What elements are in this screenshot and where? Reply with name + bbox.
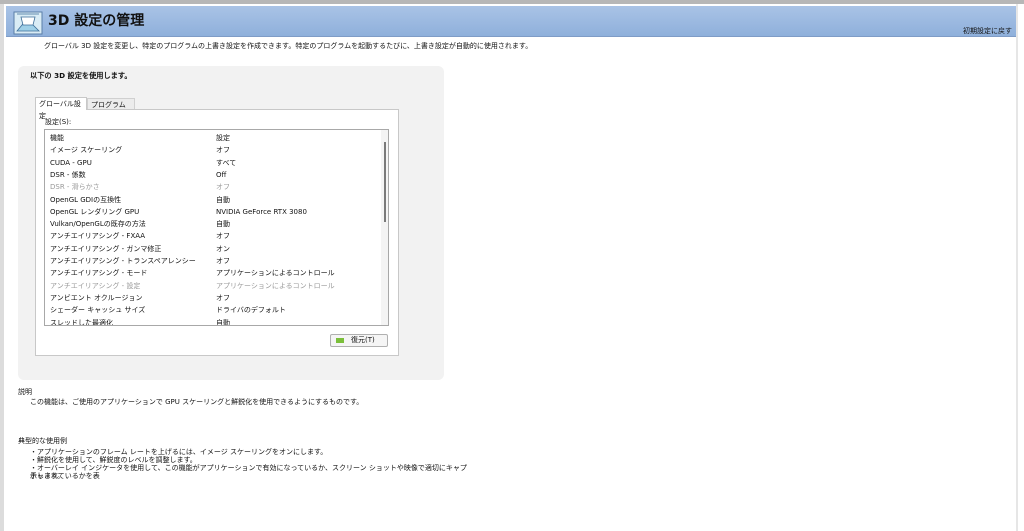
- feature-value: 自動: [216, 318, 230, 326]
- feature-value: オフ: [216, 232, 230, 241]
- feature-value: 自動: [216, 220, 230, 229]
- list-item[interactable]: CUDA - GPU すべて: [45, 157, 381, 169]
- list-item[interactable]: Vulkan/OpenGLの既存の方法 自動: [45, 218, 381, 230]
- feature-name: スレッドした最適化: [50, 318, 113, 326]
- list-item[interactable]: アンビエント オクルージョン オフ: [45, 292, 381, 304]
- feature-value: アプリケーションによるコントロール: [216, 281, 335, 290]
- usage-heading: 典型的な使用例: [18, 437, 67, 445]
- feature-value: アプリケーションによるコントロール: [216, 269, 335, 278]
- feature-name: アンチエイリアシング - FXAA: [50, 232, 146, 241]
- list-item[interactable]: アンチエイリアシング - FXAA オフ: [45, 230, 381, 242]
- usage-line: 示します。: [30, 472, 65, 480]
- feature-value: オフ: [216, 293, 230, 302]
- tab-global-settings[interactable]: グローバル設定: [35, 97, 87, 120]
- usage-line: ・鮮鋭化を使用して、鮮鋭度のレベルを調整します。: [30, 456, 197, 464]
- feature-name: アンチエイリアシング - ガンマ修正: [50, 244, 162, 253]
- list-item[interactable]: OpenGL レンダリング GPU NVIDIA GeForce RTX 308…: [45, 206, 381, 218]
- settings-list[interactable]: 機能 設定 イメージ スケーリング オフ CUDA - GPU すべて DSR …: [44, 129, 389, 326]
- feature-name: アンチエイリアシング - 設定: [50, 281, 141, 290]
- intro-text: グローバル 3D 設定を変更し、特定のプログラムの上書き設定を作成できます。特定…: [44, 42, 533, 50]
- list-item[interactable]: DSR - 係数 Off: [45, 169, 381, 181]
- settings-label: 設定(S):: [45, 118, 72, 126]
- feature-name: DSR - 係数: [50, 170, 86, 179]
- feature-value: すべて: [216, 158, 237, 167]
- feature-value: オフ: [216, 146, 230, 155]
- list-item: DSR - 滑らかさ オフ: [45, 181, 381, 193]
- feature-value: オフ: [216, 257, 230, 265]
- list-item: アンチエイリアシング - 設定 アプリケーションによるコントロール: [45, 280, 381, 292]
- usage-line: ・アプリケーションのフレーム レートを上げるには、イメージ スケーリングをオンに…: [30, 448, 328, 456]
- panel-heading: 以下の 3D 設定を使用します。: [30, 71, 132, 80]
- list-item[interactable]: OpenGL GDIの互換性 自動: [45, 194, 381, 206]
- description-text: この機能は、ご使用のアプリケーションで GPU スケーリングと鮮鋭化を使用できる…: [30, 398, 364, 406]
- feature-name: Vulkan/OpenGLの既存の方法: [50, 220, 146, 229]
- feature-name: OpenGL レンダリング GPU: [50, 207, 140, 216]
- window-left-border: [0, 4, 4, 531]
- column-header-setting: 設定: [216, 134, 230, 142]
- feature-name: アンチエイリアシング - モード: [50, 269, 148, 278]
- restore-button-label: 復元(T): [351, 336, 375, 344]
- nvidia-icon: [336, 338, 344, 343]
- list-item[interactable]: アンチエイリアシング - モード アプリケーションによるコントロール: [45, 267, 381, 279]
- list-item[interactable]: スレッドした最適化 自動: [45, 317, 381, 326]
- page-header: 3D 設定の管理: [6, 6, 1016, 37]
- window-top-border: [0, 0, 1024, 4]
- feature-value: NVIDIA GeForce RTX 3080: [216, 207, 307, 216]
- feature-name: アンビエント オクルージョン: [50, 293, 143, 302]
- feature-name: CUDA - GPU: [50, 158, 92, 167]
- list-header: 機能 設定: [45, 132, 381, 144]
- list-item[interactable]: シェーダー キャッシュ サイズ ドライバのデフォルト: [45, 304, 381, 316]
- list-item[interactable]: アンチエイリアシング - トランスペアレンシー オフ: [45, 255, 381, 267]
- feature-value: Off: [216, 170, 227, 179]
- list-item[interactable]: イメージ スケーリング オフ: [45, 144, 381, 156]
- feature-name: イメージ スケーリング: [50, 146, 123, 155]
- description-heading: 説明: [18, 388, 32, 396]
- feature-value: 自動: [216, 195, 230, 204]
- feature-value: オフ: [216, 183, 230, 192]
- page-title: 3D 設定の管理: [48, 13, 145, 29]
- feature-name: DSR - 滑らかさ: [50, 183, 100, 192]
- feature-value: ドライバのデフォルト: [216, 306, 286, 315]
- 3d-settings-icon: [13, 11, 43, 35]
- window-right-border: [1016, 4, 1018, 531]
- feature-name: アンチエイリアシング - トランスペアレンシー: [50, 257, 196, 265]
- column-header-feature: 機能: [50, 134, 64, 142]
- restore-button[interactable]: 復元(T): [330, 334, 388, 347]
- feature-value: オン: [216, 244, 230, 253]
- scrollbar-thumb[interactable]: [384, 142, 386, 222]
- restore-defaults-link[interactable]: 初期設定に戻す: [963, 26, 1012, 36]
- list-scrollbar[interactable]: [381, 130, 388, 325]
- feature-name: OpenGL GDIの互換性: [50, 195, 122, 204]
- feature-name: シェーダー キャッシュ サイズ: [50, 306, 146, 315]
- list-item[interactable]: アンチエイリアシング - ガンマ修正 オン: [45, 243, 381, 255]
